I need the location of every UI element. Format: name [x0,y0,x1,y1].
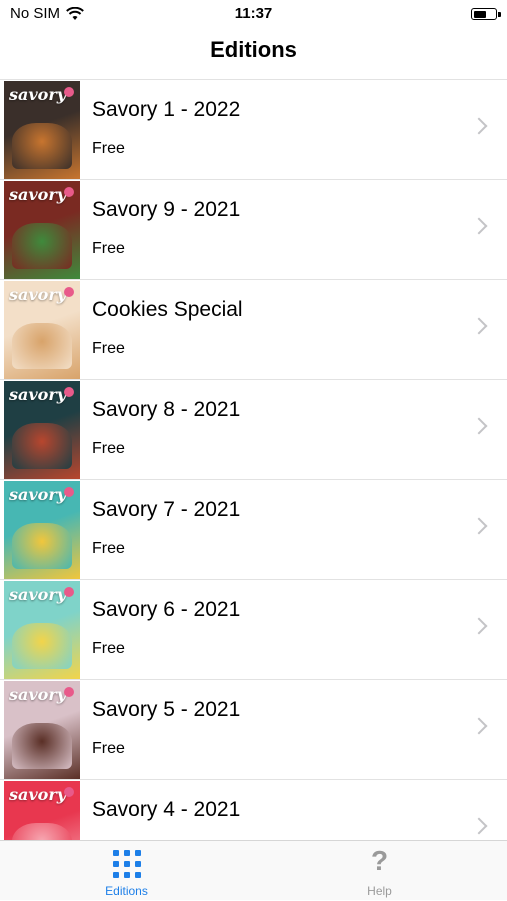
chevron-right-icon [470,517,488,535]
chevron-right-icon [470,417,488,435]
edition-row[interactable]: savory Savory 4 - 2021 [0,780,507,842]
cover-art [12,123,72,169]
edition-title: Cookies Special [92,298,243,321]
chevron-right-icon [470,317,488,335]
edition-title: Savory 5 - 2021 [92,698,241,721]
edition-cover-image: savory [4,181,80,279]
cover-art [12,623,72,669]
edition-title: Savory 9 - 2021 [92,198,241,221]
edition-price: Free [92,540,125,557]
tab-editions-label: Editions [105,884,148,898]
cover-brand-text: savory [9,385,67,404]
status-bar: No SIM 11:37 [0,0,507,30]
edition-cover-image: savory [4,481,80,579]
chevron-right-icon [470,817,488,835]
tab-help-label: Help [367,884,392,898]
battery-icon [471,8,501,20]
status-time: 11:37 [234,5,273,22]
edition-price: Free [92,440,125,457]
cover-art [12,523,72,569]
question-mark-icon: ? [370,845,389,876]
chevron-right-icon [470,117,488,135]
edition-cover-image: savory [4,281,80,379]
tab-bar: Editions ? Help [0,840,507,900]
edition-cover-image: savory [4,81,80,179]
cover-art [12,723,72,769]
edition-cover-image: savory [4,581,80,679]
cover-badge [64,87,74,97]
edition-price: Free [92,340,125,357]
edition-cover-image: savory [4,381,80,479]
cover-art [12,323,72,369]
edition-price: Free [92,740,125,757]
battery-tip [498,12,501,17]
cover-brand-text: savory [9,285,67,304]
edition-row[interactable]: savory Savory 9 - 2021 Free [0,180,507,280]
tab-help[interactable]: ? Help [253,841,506,901]
edition-price: Free [92,140,125,157]
cover-brand-text: savory [9,785,67,804]
cover-art [12,423,72,469]
edition-title: Savory 1 - 2022 [92,98,241,121]
cover-badge [64,387,74,397]
cover-brand-text: savory [9,585,67,604]
edition-title: Savory 8 - 2021 [92,398,241,421]
chevron-right-icon [470,717,488,735]
edition-title: Savory 7 - 2021 [92,498,241,521]
cover-badge [64,587,74,597]
cover-art [12,223,72,269]
battery-fill [473,10,486,18]
edition-row[interactable]: savory Savory 6 - 2021 Free [0,580,507,680]
cover-brand-text: savory [9,85,67,104]
page-title: Editions [210,37,297,62]
editions-list[interactable]: savory Savory 1 - 2022 Free savory Savory 9 … [0,79,507,842]
edition-row[interactable]: savory Cookies Special Free [0,280,507,380]
cover-badge [64,287,74,297]
cover-brand-text: savory [9,185,67,204]
edition-title: Savory 6 - 2021 [92,598,241,621]
cover-badge [64,187,74,197]
cover-brand-text: savory [9,685,67,704]
edition-cover-image: savory [4,781,80,842]
chevron-right-icon [470,617,488,635]
edition-price: Free [92,640,125,657]
tab-editions[interactable]: Editions [0,841,253,901]
cover-badge [64,787,74,797]
edition-row[interactable]: savory Savory 7 - 2021 Free [0,480,507,580]
cover-badge [64,687,74,697]
edition-price: Free [92,240,125,257]
edition-row[interactable]: savory Savory 8 - 2021 Free [0,380,507,480]
edition-row[interactable]: savory Savory 5 - 2021 Free [0,680,507,780]
edition-cover-image: savory [4,681,80,779]
grid-icon [112,850,141,878]
cover-badge [64,487,74,497]
edition-row[interactable]: savory Savory 1 - 2022 Free [0,80,507,180]
chevron-right-icon [470,217,488,235]
cover-brand-text: savory [9,485,67,504]
edition-title: Savory 4 - 2021 [92,798,241,821]
